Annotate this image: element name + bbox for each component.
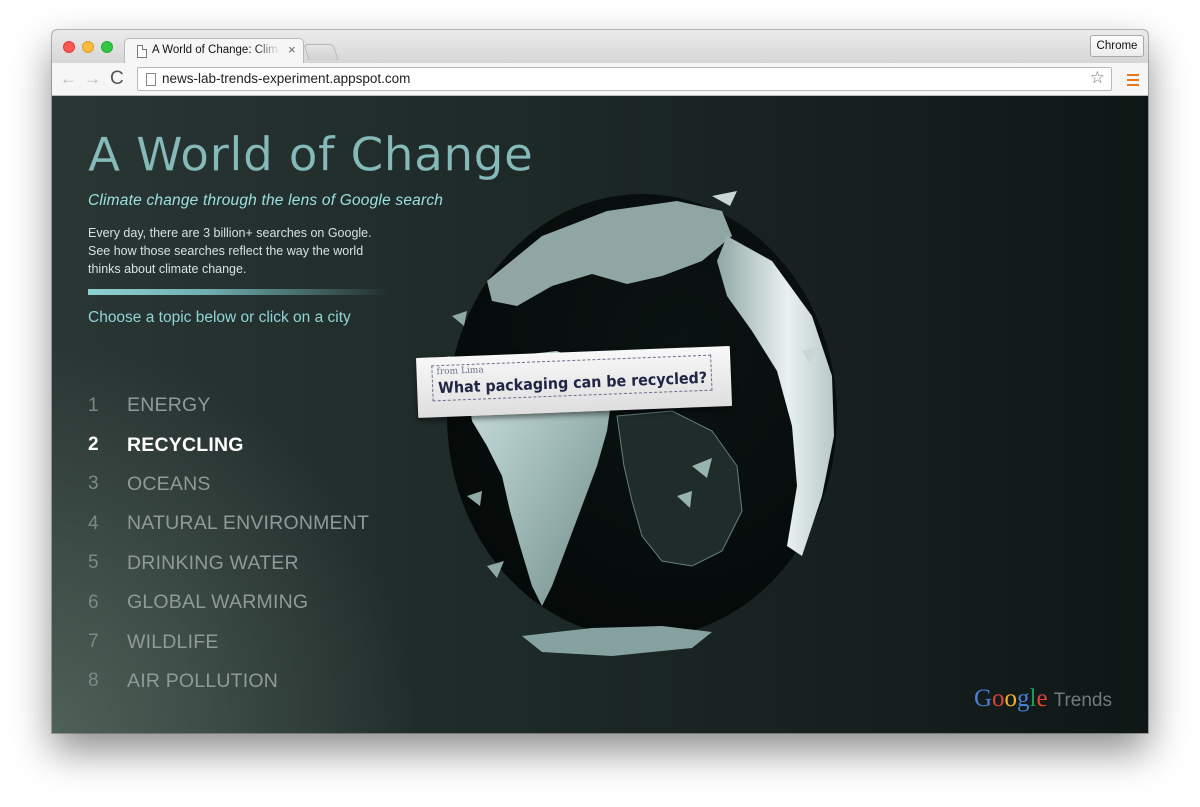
- topic-label: DRINKING WATER: [127, 551, 299, 574]
- search-query-frame: from Lima What packaging can be recycled…: [431, 354, 713, 402]
- new-tab-button[interactable]: [303, 44, 339, 60]
- close-tab-icon[interactable]: ×: [288, 42, 296, 57]
- topic-number: 6: [88, 591, 99, 613]
- topic-item-energy[interactable]: 1 ENERGY: [88, 386, 369, 425]
- reload-icon[interactable]: C: [110, 69, 124, 89]
- topic-label: GLOBAL WARMING: [127, 591, 309, 614]
- topic-item-oceans[interactable]: 3 OCEANS: [88, 465, 369, 504]
- topic-label: ENERGY: [127, 394, 211, 417]
- island-shard: [712, 191, 737, 206]
- topic-number: 1: [88, 394, 99, 416]
- topic-item-global-warming[interactable]: 6 GLOBAL WARMING: [88, 583, 369, 622]
- minimize-window-button[interactable]: [82, 41, 94, 53]
- url-text: news-lab-trends-experiment.appspot.com: [162, 71, 411, 86]
- topic-number: 2: [88, 434, 99, 456]
- topic-number: 8: [88, 670, 99, 692]
- forward-arrow-icon[interactable]: →: [84, 69, 101, 89]
- topic-item-wildlife[interactable]: 7 WILDLIFE: [88, 622, 369, 661]
- logo-letter: o: [1004, 685, 1018, 712]
- topic-label: NATURAL ENVIRONMENT: [127, 512, 370, 535]
- logo-letter: G: [973, 685, 992, 712]
- title-bar: A World of Change: Climate × Chrome: [52, 30, 1148, 64]
- address-bar[interactable]: news-lab-trends-experiment.appspot.com ☆: [137, 67, 1112, 91]
- topic-number: 4: [88, 512, 99, 534]
- browser-toolbar: ← → C news-lab-trends-experiment.appspot…: [52, 63, 1148, 96]
- browser-window: A World of Change: Climate × Chrome ← → …: [52, 30, 1148, 733]
- topic-item-recycling[interactable]: 2 RECYCLING: [88, 425, 369, 464]
- close-window-button[interactable]: [63, 41, 75, 53]
- topic-number: 7: [88, 631, 99, 653]
- profile-button[interactable]: Chrome: [1090, 35, 1144, 57]
- logo-letter: e: [1036, 685, 1048, 712]
- topic-label: WILDLIFE: [127, 630, 219, 653]
- topic-prompt: Choose a topic below or click on a city: [88, 309, 351, 326]
- page-icon: [137, 45, 147, 58]
- intro-text: Every day, there are 3 billion+ searches…: [88, 226, 372, 276]
- topic-item-drinking-water[interactable]: 5 DRINKING WATER: [88, 544, 369, 583]
- topic-number: 5: [88, 552, 99, 574]
- topic-item-air-pollution[interactable]: 8 AIR POLLUTION: [88, 662, 369, 701]
- topic-number: 3: [88, 473, 99, 495]
- tab-title: A World of Change: Climate: [152, 44, 280, 56]
- browser-tab[interactable]: A World of Change: Climate ×: [124, 38, 304, 64]
- topic-label: AIR POLLUTION: [127, 669, 279, 692]
- topic-label: OCEANS: [127, 472, 211, 495]
- page-icon: [146, 73, 156, 86]
- zoom-window-button[interactable]: [101, 41, 113, 53]
- google-trends-logo[interactable]: Google Trends: [974, 685, 1112, 713]
- topic-item-natural-environment[interactable]: 4 NATURAL ENVIRONMENT: [88, 504, 369, 543]
- bookmark-star-icon[interactable]: ☆: [1090, 68, 1105, 88]
- logo-letter: o: [992, 685, 1005, 712]
- topic-list: 1 ENERGY 2 RECYCLING 3 OCEANS 4 NATURAL …: [88, 386, 369, 701]
- topic-label: RECYCLING: [127, 433, 244, 456]
- page-subtitle: Climate change through the lens of Googl…: [88, 192, 444, 209]
- page-content: A World of Change Climate change through…: [52, 96, 1148, 733]
- hamburger-menu-icon[interactable]: [1127, 74, 1139, 86]
- logo-product-name: Trends: [1053, 690, 1112, 711]
- divider-bar: [88, 289, 388, 295]
- search-query-card[interactable]: from Lima What packaging can be recycled…: [416, 345, 733, 418]
- query-origin: from Lima: [436, 365, 484, 378]
- logo-letter: g: [1017, 685, 1030, 712]
- back-arrow-icon[interactable]: ←: [60, 69, 77, 89]
- landmass-antarctica: [522, 626, 712, 656]
